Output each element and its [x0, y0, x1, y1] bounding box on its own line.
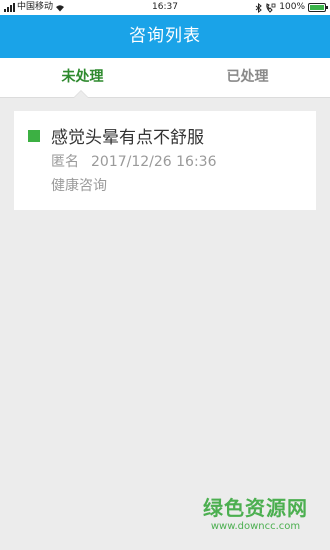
battery-percent: 100%	[279, 2, 305, 12]
consultation-author: 匿名	[51, 154, 79, 170]
page-title: 咨询列表	[129, 26, 201, 46]
hd-call-icon	[266, 2, 276, 13]
nav-bar: 咨询列表	[0, 15, 330, 58]
watermark: 绿色资源网 www.downcc.com	[203, 492, 308, 532]
status-right: 100%	[255, 0, 328, 15]
active-tab-indicator	[74, 91, 88, 98]
status-bar: 中国移动 16:37 100%	[0, 0, 330, 15]
tab-bar: 未处理 已处理	[0, 58, 330, 98]
consultation-card[interactable]: 感觉头晕有点不舒服 匿名 2017/12/26 16:36 健康咨询	[14, 111, 316, 210]
consultation-title: 感觉头晕有点不舒服	[51, 128, 204, 148]
watermark-title: 绿色资源网	[203, 496, 308, 520]
consultation-datetime: 2017/12/26 16:36	[91, 154, 217, 170]
consultation-category: 健康咨询	[51, 178, 107, 194]
tab-processed[interactable]: 已处理	[165, 58, 330, 97]
status-marker	[28, 130, 40, 142]
consultation-meta: 匿名 2017/12/26 16:36	[51, 151, 217, 171]
battery-icon	[308, 3, 328, 12]
watermark-url: www.downcc.com	[210, 521, 301, 532]
bluetooth-icon	[255, 2, 263, 13]
